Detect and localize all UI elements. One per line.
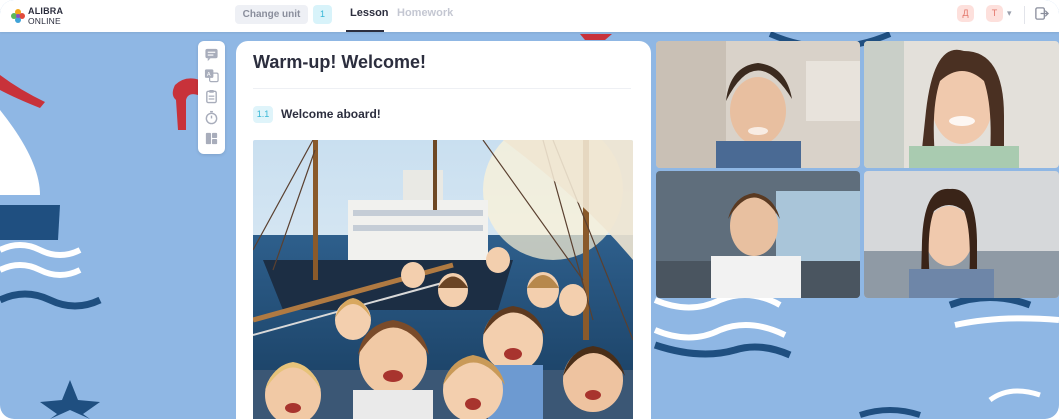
- lesson-title: Warm-up! Welcome!: [253, 52, 427, 72]
- app-window: ALIBRA ONLINE Change unit 1 Lesson Homew…: [0, 0, 1059, 419]
- section-title: Welcome aboard!: [281, 107, 381, 121]
- alibra-logo[interactable]: ALIBRA ONLINE: [10, 5, 80, 27]
- timer-icon[interactable]: [204, 110, 219, 125]
- video-tile-participant-3[interactable]: [656, 171, 860, 298]
- layout-icon[interactable]: [204, 131, 219, 146]
- tab-homework[interactable]: Homework: [397, 7, 453, 19]
- unit-number-badge[interactable]: 1: [313, 5, 332, 24]
- chat-icon[interactable]: [204, 47, 219, 62]
- divider: [1024, 6, 1025, 24]
- divider: [253, 88, 631, 89]
- logo-flower-icon: [11, 9, 25, 23]
- logo-text-online: ONLINE: [28, 16, 61, 26]
- participant-video: [656, 41, 860, 168]
- lesson-image-ship-children: [253, 140, 633, 419]
- change-unit-button[interactable]: Change unit: [235, 5, 308, 24]
- clipboard-icon[interactable]: [204, 89, 219, 104]
- video-tile-participant-1[interactable]: [656, 41, 860, 168]
- participant-video: [864, 171, 1059, 298]
- participant-video: [864, 41, 1059, 168]
- video-tile-participant-2[interactable]: [864, 41, 1059, 168]
- lesson-card: Warm-up! Welcome! 1.1 Welcome aboard!: [236, 41, 651, 419]
- chevron-down-icon[interactable]: ▾: [1007, 8, 1012, 19]
- exit-icon[interactable]: [1034, 6, 1049, 21]
- participant-video: [656, 171, 860, 298]
- tab-lesson[interactable]: Lesson: [350, 7, 389, 19]
- top-bar: ALIBRA ONLINE Change unit 1 Lesson Homew…: [0, 0, 1059, 32]
- active-tab-indicator: [346, 30, 384, 32]
- logo-text-alibra: ALIBRA: [28, 6, 64, 16]
- video-tile-participant-4[interactable]: [864, 171, 1059, 298]
- svg-text:A: A: [207, 72, 211, 78]
- avatar[interactable]: Д: [957, 5, 974, 22]
- avatar[interactable]: Т: [986, 5, 1003, 22]
- translate-icon[interactable]: A: [204, 68, 219, 83]
- side-toolbar: A: [198, 41, 225, 154]
- section-number-badge: 1.1: [253, 106, 273, 123]
